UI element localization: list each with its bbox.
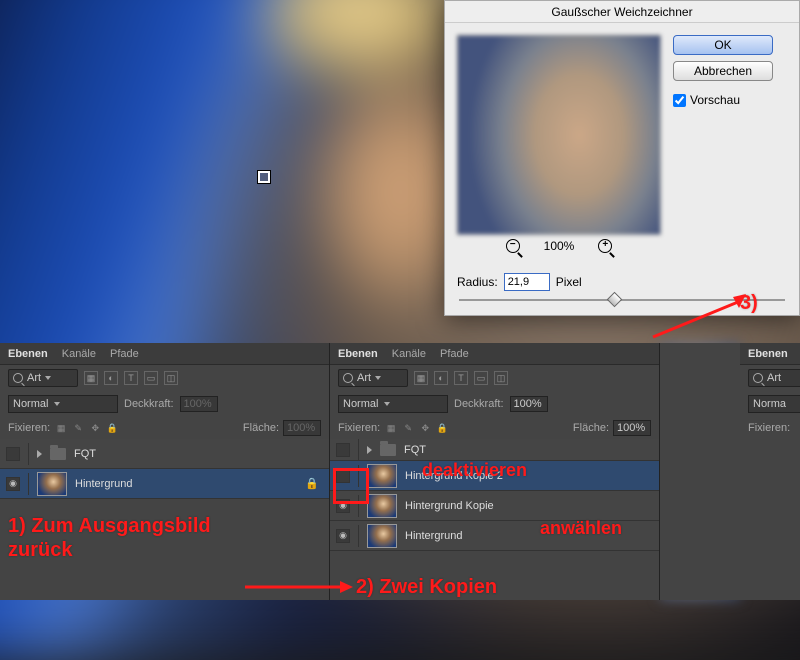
visibility-toggle[interactable] [6, 477, 20, 491]
preview-sample-marker[interactable] [258, 171, 270, 183]
lock-all-icon[interactable]: 🔒 [105, 421, 119, 435]
lock-pixels-icon[interactable]: ▦ [384, 421, 398, 435]
radius-unit: Pixel [556, 275, 582, 289]
zoom-level: 100% [544, 239, 575, 253]
filter-shape-icon[interactable]: ▭ [144, 371, 158, 385]
layer-row[interactable]: Hintergrund [330, 521, 659, 551]
lock-pixels-icon[interactable]: ▦ [54, 421, 68, 435]
layer-group-row[interactable]: FQT [330, 439, 659, 461]
layer-filter-dropdown[interactable]: Art [8, 369, 78, 387]
lock-position-icon[interactable]: ✥ [418, 421, 432, 435]
tab-layers[interactable]: Ebenen [338, 348, 378, 360]
layer-filter-dropdown[interactable]: Art [748, 369, 800, 387]
search-icon [753, 373, 763, 383]
tab-layers[interactable]: Ebenen [8, 348, 48, 360]
layer-thumbnail[interactable] [367, 464, 397, 488]
visibility-toggle[interactable] [336, 529, 350, 543]
folder-icon [50, 448, 66, 460]
opacity-label: Deckkraft: [124, 398, 174, 410]
fill-value[interactable]: 100% [613, 420, 651, 436]
gaussian-blur-dialog: Gaußscher Weichzeichner 100% OK Abbreche… [444, 0, 800, 316]
layer-group-row[interactable]: FQT [0, 439, 329, 469]
layers-panel-1: Ebenen Kanäle Pfade Art ▦ ◐ T ▭ ◫ Normal… [0, 343, 330, 600]
dialog-title: Gaußscher Weichzeichner [445, 1, 799, 23]
preview-checkbox[interactable] [673, 94, 686, 107]
lock-position-icon[interactable]: ✥ [88, 421, 102, 435]
layer-filter-dropdown[interactable]: Art [338, 369, 408, 387]
visibility-toggle[interactable] [336, 443, 350, 457]
layer-thumbnail[interactable] [37, 472, 67, 496]
lock-brush-icon[interactable]: ✎ [71, 421, 85, 435]
search-icon [13, 373, 23, 383]
opacity-value[interactable]: 100% [510, 396, 548, 412]
filter-pixel-icon[interactable]: ▦ [414, 371, 428, 385]
tab-paths[interactable]: Pfade [440, 348, 469, 360]
tab-paths[interactable]: Pfade [110, 348, 139, 360]
lock-brush-icon[interactable]: ✎ [401, 421, 415, 435]
folder-icon [380, 444, 396, 456]
tab-channels[interactable]: Kanäle [392, 348, 426, 360]
layer-row[interactable]: Hintergrund Kopie [330, 491, 659, 521]
layer-row[interactable]: Hintergrund 🔒 [0, 469, 329, 499]
filter-adjustment-icon[interactable]: ◐ [104, 371, 118, 385]
radius-label: Radius: [457, 275, 498, 289]
layers-panel-3: Ebenen Art Norma Fixieren: [740, 343, 800, 600]
filter-preview[interactable] [457, 35, 661, 235]
chevron-down-icon [45, 376, 51, 380]
filter-type-icon[interactable]: T [454, 371, 468, 385]
ok-button[interactable]: OK [673, 35, 773, 55]
filter-smart-icon[interactable]: ◫ [494, 371, 508, 385]
lock-all-icon[interactable]: 🔒 [435, 421, 449, 435]
cancel-button[interactable]: Abbrechen [673, 61, 773, 81]
blend-mode-dropdown[interactable]: Norma [748, 395, 800, 413]
filter-adjustment-icon[interactable]: ◐ [434, 371, 448, 385]
blend-mode-dropdown[interactable]: Normal [8, 395, 118, 413]
filter-shape-icon[interactable]: ▭ [474, 371, 488, 385]
layer-row[interactable]: Hintergrund Kopie 2 [330, 461, 659, 491]
layer-thumbnail[interactable] [367, 524, 397, 548]
filter-smart-icon[interactable]: ◫ [164, 371, 178, 385]
radius-slider-thumb[interactable] [607, 292, 623, 308]
blend-mode-dropdown[interactable]: Normal [338, 395, 448, 413]
filter-type-icon[interactable]: T [124, 371, 138, 385]
annotation-arrow-step3 [638, 292, 748, 347]
tab-channels[interactable]: Kanäle [62, 348, 96, 360]
preview-checkbox-row[interactable]: Vorschau [673, 93, 773, 107]
chevron-down-icon [54, 402, 60, 406]
annotation-highlight-box [333, 468, 369, 504]
chevron-down-icon [375, 376, 381, 380]
annotation-arrow-step2 [245, 580, 355, 599]
radius-input[interactable] [504, 273, 550, 291]
tab-layers[interactable]: Ebenen [748, 348, 788, 360]
opacity-value[interactable]: 100% [180, 396, 218, 412]
search-icon [343, 373, 353, 383]
chevron-down-icon [384, 402, 390, 406]
filter-pixel-icon[interactable]: ▦ [84, 371, 98, 385]
expand-triangle-icon[interactable] [367, 446, 372, 454]
zoom-in-icon[interactable] [598, 239, 612, 253]
fill-value[interactable]: 100% [283, 420, 321, 436]
layer-thumbnail[interactable] [367, 494, 397, 518]
visibility-toggle[interactable] [6, 447, 20, 461]
zoom-out-icon[interactable] [506, 239, 520, 253]
layers-panel-2: Ebenen Kanäle Pfade Art ▦ ◐ T ▭ ◫ Normal… [330, 343, 660, 600]
expand-triangle-icon[interactable] [37, 450, 42, 458]
locked-icon: 🔒 [305, 477, 319, 490]
